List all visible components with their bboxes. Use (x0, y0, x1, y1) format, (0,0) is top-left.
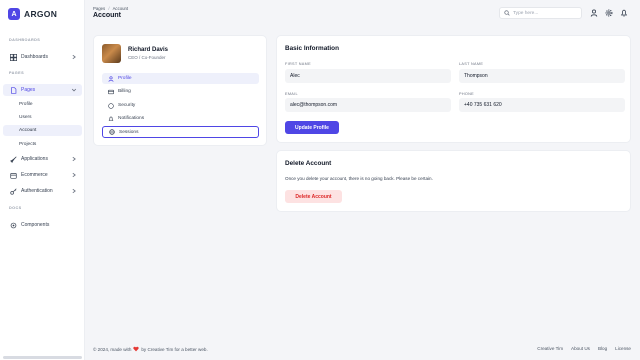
profile-menu-label: Profile (118, 76, 132, 81)
profile-menu-security[interactable]: Security (102, 100, 259, 111)
footer-copyright: © 2024, made with by Creative Tim for a … (93, 346, 208, 352)
sidebar-item-dashboards[interactable]: Dashboards (3, 51, 82, 63)
user-icon (107, 75, 114, 82)
delete-account-description: Once you delete your account, there is n… (285, 176, 433, 181)
key-icon (9, 187, 17, 195)
delete-account-title: Delete Account (285, 160, 332, 167)
sidebar-subitem-account[interactable]: Account (3, 125, 82, 136)
search-placeholder: Type here... (513, 10, 539, 16)
brand[interactable]: A ARGON (8, 8, 57, 20)
sidebar-item-applications[interactable]: Applications (3, 153, 82, 165)
footer-link-creative-tim[interactable]: Creative Tim (537, 346, 563, 351)
basic-info-title: Basic Information (285, 45, 339, 52)
footer-text-before: © 2024, made with (93, 346, 132, 352)
chevron-right-icon (72, 156, 76, 162)
profile-menu-label: Billing (118, 89, 131, 94)
sidebar-scrollbar[interactable] (3, 356, 82, 359)
section-label-dashboards: DASHBOARDS (9, 38, 41, 42)
first-name-field[interactable]: Alec (285, 69, 451, 83)
brand-logo: A (8, 8, 20, 20)
update-profile-button[interactable]: Update Profile (285, 121, 339, 134)
sidebar-item-ecommerce[interactable]: Ecommerce (3, 169, 82, 181)
last-name-label: LAST NAME (459, 62, 484, 66)
profile-role: CEO / Co-Founder (128, 55, 166, 60)
section-label-pages: PAGES (9, 71, 25, 75)
phone-field[interactable]: +40 735 631 620 (459, 98, 625, 112)
email-field[interactable]: alec@thompson.com (285, 98, 451, 112)
profile-name: Richard Davis (128, 47, 169, 53)
sidebar-item-authentication[interactable]: Authentication (3, 185, 82, 197)
gear-icon[interactable] (605, 9, 613, 17)
bell-icon (107, 115, 114, 122)
profile-menu-label: Sessions (119, 129, 139, 135)
brand-name: ARGON (24, 9, 58, 19)
chevron-right-icon (72, 172, 76, 178)
chevron-right-icon (72, 188, 76, 194)
chevron-down-icon (71, 88, 77, 92)
footer-link-license[interactable]: License (615, 346, 631, 351)
store-icon (9, 171, 17, 179)
sidebar-item-label: Components (21, 222, 50, 228)
shield-icon (107, 102, 114, 109)
breadcrumb-current: Account (112, 6, 129, 11)
basic-info-card: Basic Information FIRST NAME Alec LAST N… (276, 35, 631, 143)
profile-menu-profile[interactable]: Profile (102, 73, 259, 84)
breadcrumb-separator: / (108, 6, 110, 11)
profile-menu-label: Security (118, 103, 136, 108)
pages-icon (9, 86, 17, 94)
sidebar-subitem-users[interactable]: Users (3, 112, 82, 123)
profile-menu-notifications[interactable]: Notifications (102, 113, 259, 124)
delete-account-card: Delete Account Once you delete your acco… (276, 150, 631, 212)
components-icon (9, 221, 17, 229)
sidebar-item-label: Pages (21, 87, 36, 93)
section-label-docs: DOCS (9, 206, 22, 210)
heart-icon (133, 346, 140, 352)
sidebar-item-pages[interactable]: Pages (3, 84, 82, 96)
last-name-field[interactable]: Thompson (459, 69, 625, 83)
breadcrumb-root[interactable]: Pages (93, 6, 105, 11)
user-icon[interactable] (590, 9, 598, 17)
email-label: EMAIL (285, 92, 298, 96)
sidebar-item-label: Ecommerce (21, 172, 48, 178)
profile-card: Richard Davis CEO / Co-Founder Profile B… (93, 35, 267, 146)
sidebar-item-components[interactable]: Components (3, 219, 82, 231)
globe-icon (108, 129, 115, 136)
footer-link-blog[interactable]: Blog (598, 346, 607, 351)
delete-account-button[interactable]: Delete Account (285, 190, 342, 203)
dashboard-icon (9, 53, 17, 61)
sidebar-item-label: Authentication (21, 188, 53, 194)
page-title: Account (93, 12, 121, 19)
footer-text-after: by Creative Tim for a better web. (141, 346, 208, 352)
footer-link-about-us[interactable]: About Us (571, 346, 590, 351)
profile-menu-billing[interactable]: Billing (102, 86, 259, 97)
sidebar-item-label: Dashboards (21, 54, 48, 60)
breadcrumb: Pages / Account (93, 6, 128, 11)
search-input[interactable]: Type here... (499, 7, 582, 19)
chevron-right-icon (72, 54, 76, 60)
profile-menu-sessions[interactable]: Sessions (102, 126, 259, 138)
phone-label: PHONE (459, 92, 475, 96)
sidebar-subitem-projects[interactable]: Projects (3, 139, 82, 150)
footer-links: Creative Tim About Us Blog License (537, 346, 631, 351)
credit-card-icon (107, 88, 114, 95)
search-icon (504, 10, 510, 16)
rocket-icon (9, 155, 17, 163)
profile-menu-label: Notifications (118, 116, 145, 121)
bell-icon[interactable] (620, 9, 628, 17)
sidebar: A ARGON DASHBOARDS Dashboards PAGES Page… (0, 0, 85, 360)
first-name-label: FIRST NAME (285, 62, 311, 66)
sidebar-subitem-profile[interactable]: Profile (3, 99, 82, 110)
sidebar-item-label: Applications (21, 156, 48, 162)
avatar (102, 44, 121, 63)
